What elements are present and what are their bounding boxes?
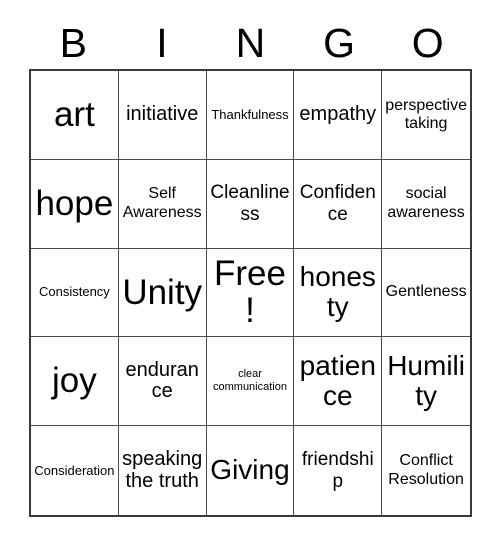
header-letter-o: O bbox=[411, 19, 444, 66]
bingo-cell[interactable]: patience bbox=[294, 337, 383, 427]
bingo-cell-label: perspective taking bbox=[385, 96, 468, 132]
bingo-cell-label: Conflict Resolution bbox=[388, 452, 464, 488]
bingo-cell[interactable]: friendship bbox=[294, 426, 383, 515]
bingo-cell-label: Confidence bbox=[299, 182, 376, 225]
bingo-header-row: B I N G O bbox=[29, 18, 472, 68]
bingo-cell-label: Thankfulness bbox=[211, 106, 289, 122]
bingo-card: B I N G O art initiative Thankfulness em… bbox=[0, 0, 500, 544]
bingo-cell-label: Humility bbox=[387, 350, 465, 412]
bingo-cell-label: Consideration bbox=[34, 462, 115, 478]
bingo-cell-label: speaking the truth bbox=[122, 448, 203, 492]
bingo-cell-label: empathy bbox=[299, 103, 377, 126]
bingo-free-space-cell[interactable]: Free! bbox=[206, 248, 295, 338]
bingo-cell[interactable]: speaking the truth bbox=[118, 426, 207, 515]
bingo-cell[interactable]: honesty bbox=[294, 248, 383, 338]
bingo-cell-label: art bbox=[53, 95, 95, 134]
bingo-cell[interactable]: Conflict Resolution bbox=[382, 426, 470, 515]
bingo-cell[interactable]: Cleanliness bbox=[206, 159, 295, 249]
bingo-cell[interactable]: clear communication bbox=[206, 337, 295, 427]
bingo-cell-label: Giving bbox=[210, 454, 290, 486]
bingo-cell-label: patience bbox=[299, 350, 376, 412]
bingo-cell[interactable]: Unity bbox=[118, 248, 207, 338]
bingo-cell[interactable]: empathy bbox=[294, 71, 383, 160]
bingo-cell[interactable]: Giving bbox=[206, 426, 295, 515]
bingo-cell[interactable]: hope bbox=[31, 159, 119, 249]
header-letter-n: N bbox=[235, 19, 266, 66]
bingo-free-space-label: Free! bbox=[214, 253, 286, 331]
bingo-cell[interactable]: social awareness bbox=[382, 159, 470, 249]
bingo-cell-label: friendship bbox=[301, 449, 374, 492]
bingo-cell-label: social awareness bbox=[387, 185, 465, 221]
header-letter-g: G bbox=[323, 19, 356, 66]
bingo-cell-label: joy bbox=[52, 361, 97, 401]
bingo-cell[interactable]: Self Awareness bbox=[118, 159, 207, 249]
bingo-cell[interactable]: joy bbox=[31, 337, 119, 427]
bingo-cell-label: Unity bbox=[122, 272, 203, 312]
bingo-cell[interactable]: Consideration bbox=[31, 426, 119, 515]
bingo-cell-label: clear communication bbox=[213, 368, 287, 394]
bingo-cell-label: hope bbox=[35, 183, 114, 223]
bingo-cell[interactable]: art bbox=[31, 71, 119, 160]
bingo-cell[interactable]: Humility bbox=[382, 337, 470, 427]
bingo-cell-label: Consistency bbox=[38, 284, 110, 300]
bingo-cell-label: endurance bbox=[125, 358, 199, 403]
bingo-cell[interactable]: Gentleness bbox=[382, 248, 470, 338]
bingo-grid: art initiative Thankfulness empathy pers… bbox=[29, 69, 472, 517]
bingo-cell[interactable]: Consistency bbox=[31, 248, 119, 338]
bingo-cell[interactable]: Thankfulness bbox=[206, 71, 295, 160]
bingo-cell[interactable]: Confidence bbox=[294, 159, 383, 249]
bingo-cell-label: Cleanliness bbox=[210, 182, 290, 225]
bingo-cell[interactable]: perspective taking bbox=[382, 71, 470, 160]
bingo-cell-label: honesty bbox=[299, 261, 376, 323]
header-letter-i: I bbox=[156, 19, 168, 66]
bingo-cell-label: Self Awareness bbox=[122, 185, 202, 221]
bingo-cell-label: Gentleness bbox=[385, 283, 467, 301]
bingo-cell[interactable]: endurance bbox=[118, 337, 207, 427]
bingo-cell[interactable]: initiative bbox=[118, 71, 207, 160]
bingo-cell-label: initiative bbox=[126, 103, 199, 126]
header-letter-b: B bbox=[59, 19, 87, 66]
